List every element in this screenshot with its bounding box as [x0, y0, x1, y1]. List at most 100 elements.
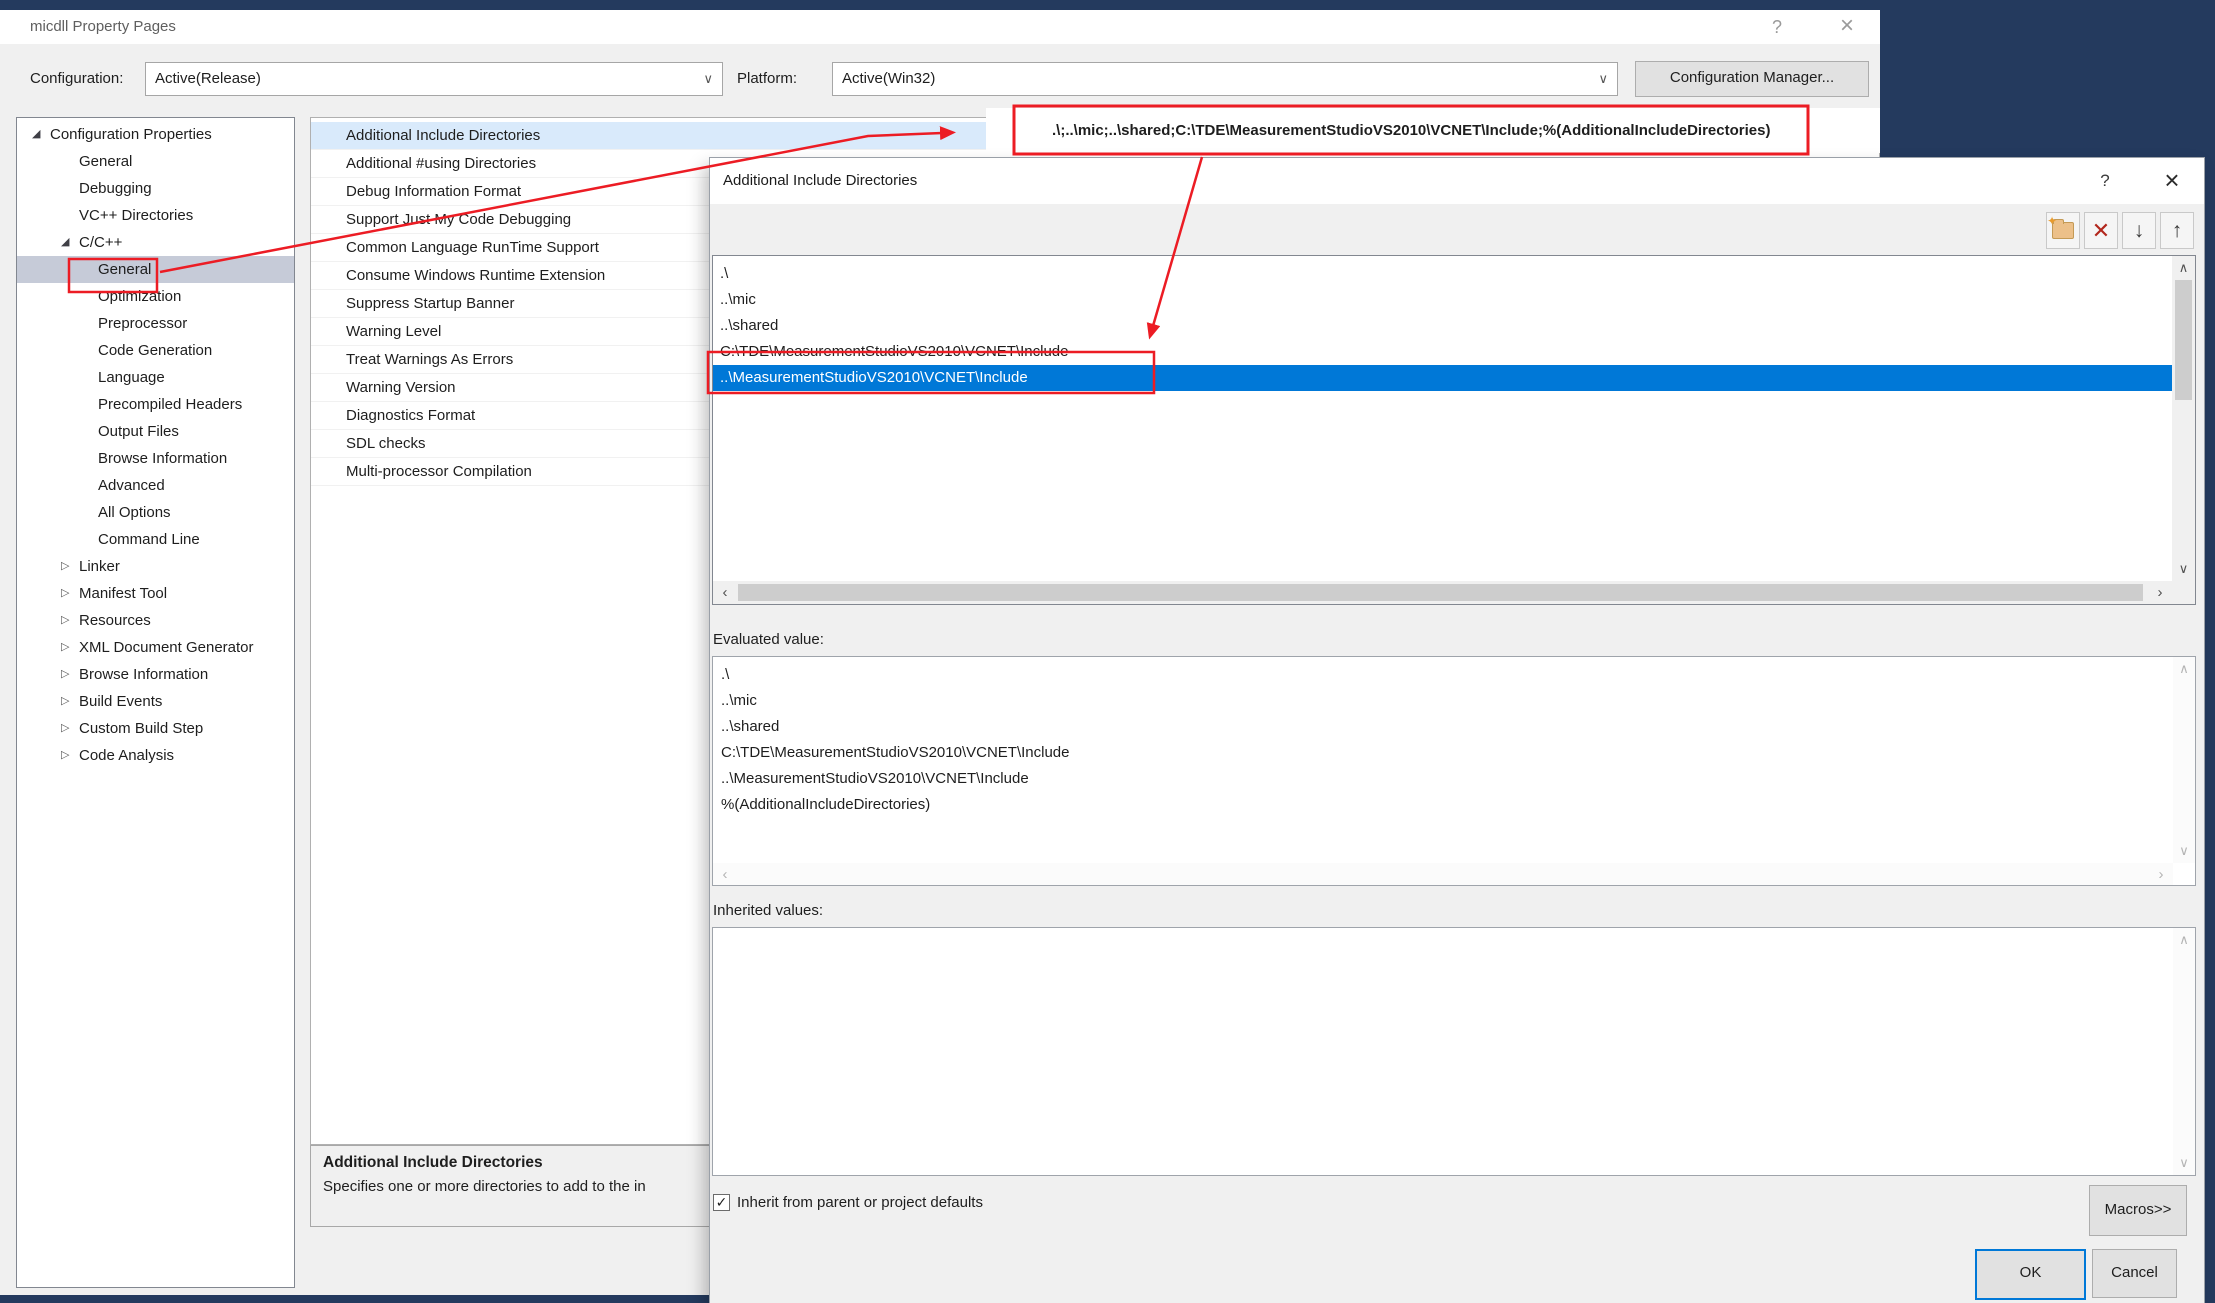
tree-item[interactable]: Build Events [17, 688, 294, 715]
vertical-scrollbar[interactable]: ∧ ∨ [2173, 928, 2195, 1175]
tree-item[interactable]: Preprocessor [17, 310, 294, 337]
include-directory-item[interactable]: ..\shared [713, 313, 2172, 339]
tree-item[interactable]: Linker [17, 553, 294, 580]
scroll-right-icon[interactable]: › [2150, 863, 2172, 885]
tree-expander-icon [32, 121, 50, 148]
tree-item[interactable]: Configuration Properties [17, 121, 294, 148]
delete-button[interactable]: ✕ [2084, 212, 2118, 249]
scroll-right-icon[interactable]: › [2149, 581, 2171, 604]
move-down-button[interactable]: ↓ [2122, 212, 2156, 249]
tree-item-label: General [98, 256, 151, 283]
include-directory-item[interactable]: C:\TDE\MeasurementStudioVS2010\VCNET\Inc… [713, 339, 2172, 365]
tree-item[interactable]: Browse Information [17, 445, 294, 472]
new-folder-icon: ✦ [2052, 222, 2074, 239]
tree-item-label: Code Generation [98, 337, 212, 364]
tree-item[interactable]: General [17, 256, 294, 283]
tree-expander-icon [61, 715, 79, 742]
tree-expander-icon [61, 580, 79, 607]
tree-item[interactable]: All Options [17, 499, 294, 526]
additional-include-directories-value-field[interactable]: .\;..\mic;..\shared;C:\TDE\MeasurementSt… [986, 108, 1880, 153]
tree-item[interactable]: Language [17, 364, 294, 391]
additional-include-directories-dialog: Additional Include Directories ? × ✦ ✕ ↓… [710, 158, 2204, 1303]
configuration-label: Configuration: [30, 62, 123, 96]
help-icon[interactable]: ? [1762, 10, 1792, 44]
tree-expander-icon [61, 742, 79, 769]
tree-item[interactable]: Manifest Tool [17, 580, 294, 607]
new-line-button[interactable]: ✦ [2046, 212, 2080, 249]
property-row[interactable]: Additional Include Directories [311, 122, 986, 150]
scrollbar-thumb[interactable] [2175, 280, 2192, 400]
tree-item[interactable]: General [17, 148, 294, 175]
evaluated-line: ..\shared [713, 714, 2173, 740]
chevron-down-icon: ∨ [1598, 63, 1608, 95]
tree-item-label: Resources [79, 607, 151, 634]
tree-expander-icon [61, 229, 79, 256]
macros-button[interactable]: Macros>> [2089, 1185, 2187, 1236]
tree-item-label: Browse Information [79, 661, 208, 688]
tree-item-label: Preprocessor [98, 310, 187, 337]
tree-item[interactable]: Code Analysis [17, 742, 294, 769]
tree-item-label: Browse Information [98, 445, 227, 472]
horizontal-scrollbar[interactable]: ‹ › [713, 863, 2173, 885]
inherit-checkbox-row[interactable]: ✓ Inherit from parent or project default… [713, 1194, 983, 1211]
scroll-left-icon[interactable]: ‹ [714, 581, 736, 604]
tree-item[interactable]: Custom Build Step [17, 715, 294, 742]
tree-item-label: Custom Build Step [79, 715, 203, 742]
sparkle-icon: ✦ [2047, 214, 2057, 228]
scroll-left-icon[interactable]: ‹ [714, 863, 736, 885]
tree-item[interactable]: Code Generation [17, 337, 294, 364]
chevron-down-icon: ∨ [703, 63, 713, 95]
tree-expander-icon [61, 553, 79, 580]
configuration-select[interactable]: Active(Release) ∨ [145, 62, 723, 96]
tree-item[interactable]: VC++ Directories [17, 202, 294, 229]
evaluated-value-label: Evaluated value: [713, 631, 824, 648]
tree-item[interactable]: Browse Information [17, 661, 294, 688]
tree-item-label: Advanced [98, 472, 165, 499]
evaluated-lines: .\..\mic..\sharedC:\TDE\MeasurementStudi… [713, 662, 2173, 818]
tree-item[interactable]: Precompiled Headers [17, 391, 294, 418]
tree-item-label: Debugging [79, 175, 152, 202]
tree-item-label: Code Analysis [79, 742, 174, 769]
vertical-scrollbar[interactable]: ∧ ∨ [2173, 657, 2195, 863]
tree-item-label: Build Events [79, 688, 162, 715]
tree-item[interactable]: Debugging [17, 175, 294, 202]
tree-item[interactable]: C/C++ [17, 229, 294, 256]
evaluated-line: C:\TDE\MeasurementStudioVS2010\VCNET\Inc… [713, 740, 2173, 766]
help-icon[interactable]: ? [2092, 158, 2118, 204]
checkbox-checked-icon[interactable]: ✓ [713, 1194, 730, 1211]
tree-item-label: Precompiled Headers [98, 391, 242, 418]
tree-item-label: Output Files [98, 418, 179, 445]
dialog-titlebar: Additional Include Directories ? × [710, 158, 2204, 204]
evaluated-line: ..\mic [713, 688, 2173, 714]
tree-item[interactable]: XML Document Generator [17, 634, 294, 661]
tree-item[interactable]: Advanced [17, 472, 294, 499]
include-directory-item[interactable]: ..\MeasurementStudioVS2010\VCNET\Include [713, 365, 2172, 391]
cancel-button[interactable]: Cancel [2092, 1249, 2177, 1298]
configuration-value: Active(Release) [146, 63, 261, 95]
include-directory-item[interactable]: ..\mic [713, 287, 2172, 313]
scrollbar-thumb[interactable] [738, 584, 2143, 601]
scroll-down-icon[interactable]: ∨ [2172, 559, 2195, 579]
screen: micdll Property Pages ? × Configuration:… [0, 0, 2215, 1303]
arrow-up-icon: ↑ [2172, 220, 2183, 241]
ok-button[interactable]: OK [1975, 1249, 2086, 1300]
close-icon[interactable]: × [2156, 158, 2188, 202]
tree-item[interactable]: Optimization [17, 283, 294, 310]
tree-item[interactable]: Command Line [17, 526, 294, 553]
include-directory-item[interactable]: .\ [713, 261, 2172, 287]
move-up-button[interactable]: ↑ [2160, 212, 2194, 249]
scroll-up-icon[interactable]: ∧ [2173, 930, 2195, 950]
scroll-down-icon[interactable]: ∨ [2173, 841, 2195, 861]
scroll-up-icon[interactable]: ∧ [2173, 659, 2195, 679]
horizontal-scrollbar[interactable]: ‹ › [713, 581, 2172, 604]
scroll-up-icon[interactable]: ∧ [2172, 258, 2195, 278]
inherit-checkbox-label: Inherit from parent or project defaults [737, 1194, 983, 1211]
platform-select[interactable]: Active(Win32) ∨ [832, 62, 1618, 96]
dialog-toolbar: ✦ ✕ ↓ ↑ [2046, 212, 2194, 249]
tree-item[interactable]: Resources [17, 607, 294, 634]
scroll-down-icon[interactable]: ∨ [2173, 1153, 2195, 1173]
close-icon[interactable]: × [1830, 10, 1864, 42]
tree-item[interactable]: Output Files [17, 418, 294, 445]
vertical-scrollbar[interactable]: ∧ ∨ [2172, 256, 2195, 581]
configuration-manager-button[interactable]: Configuration Manager... [1635, 61, 1869, 97]
